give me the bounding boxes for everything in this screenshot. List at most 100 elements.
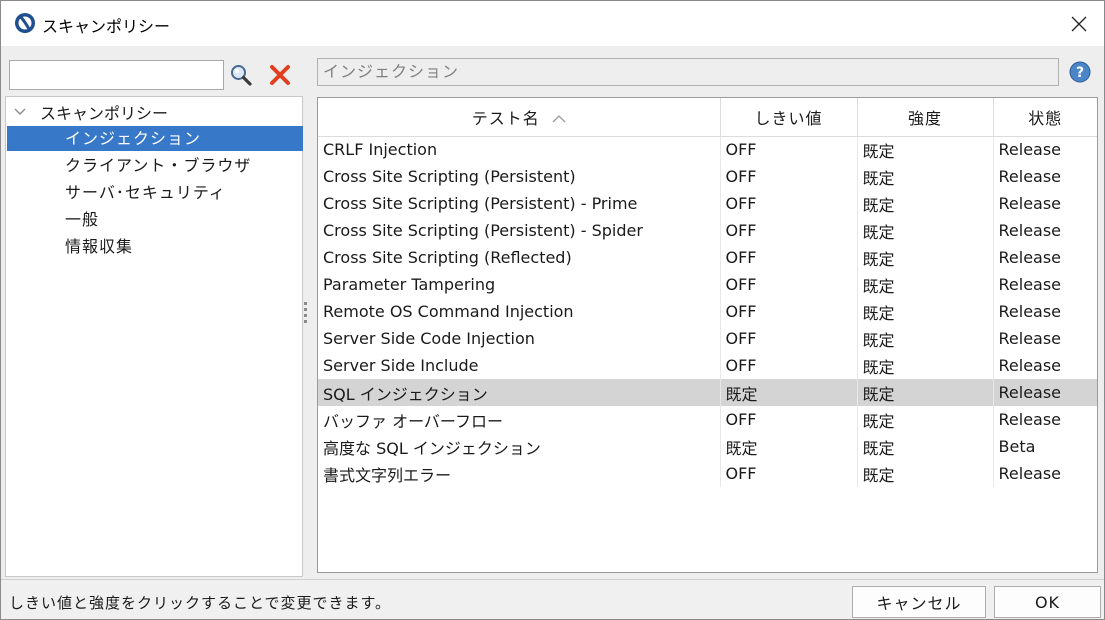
column-header-test-name[interactable]: テスト名 bbox=[318, 98, 721, 137]
table-row[interactable]: Cross Site Scripting (Persistent) - Prim… bbox=[318, 190, 1097, 217]
clear-search-button[interactable] bbox=[267, 62, 293, 88]
test-rows: CRLF Injection OFF 既定 Release Cross Site Scr… bbox=[318, 136, 1097, 487]
cell-strength[interactable]: 既定 bbox=[857, 352, 994, 379]
cell-test-name: Cross Site Scripting (Persistent) bbox=[318, 163, 721, 190]
cell-test-name: Remote OS Command Injection bbox=[318, 298, 721, 325]
scan-policy-dialog: スキャンポリシー スキャンポリシー インジェクション クライアント・ブラウザ サ… bbox=[0, 0, 1105, 620]
cell-threshold[interactable]: OFF bbox=[720, 325, 858, 352]
magnifier-icon bbox=[231, 65, 252, 86]
cell-status: Release bbox=[998, 410, 1062, 429]
table-row[interactable]: Parameter Tampering OFF 既定 Release bbox=[318, 271, 1097, 298]
cell-strength[interactable]: 既定 bbox=[857, 298, 994, 325]
cell-strength[interactable]: 既定 bbox=[857, 325, 994, 352]
search-button[interactable] bbox=[228, 62, 254, 88]
cell-test-name: 書式文字列エラー bbox=[318, 460, 721, 487]
cell-strength[interactable]: 既定 bbox=[857, 406, 994, 433]
cell-threshold[interactable]: OFF bbox=[720, 190, 858, 217]
table-row[interactable]: Remote OS Command Injection OFF 既定 Release bbox=[318, 298, 1097, 325]
cell-strength[interactable]: 既定 bbox=[857, 244, 994, 271]
cell-strength[interactable]: 既定 bbox=[857, 217, 994, 244]
cell-status: Release bbox=[998, 140, 1062, 160]
cell-threshold[interactable]: OFF bbox=[720, 163, 858, 190]
column-header-strength[interactable]: 強度 bbox=[857, 98, 994, 137]
cell-strength[interactable]: 既定 bbox=[857, 433, 994, 460]
table-row[interactable]: SQL インジェクション 既定 既定 Release bbox=[318, 379, 1097, 406]
table-row[interactable]: Cross Site Scripting (Persistent) - Spid… bbox=[318, 217, 1097, 244]
cell-strength[interactable]: 既定 bbox=[857, 190, 994, 217]
table-row[interactable]: CRLF Injection OFF 既定 Release bbox=[318, 136, 1097, 163]
cell-test-name: Server Side Code Injection bbox=[318, 325, 721, 352]
table-row[interactable]: Cross Site Scripting (Reflected) OFF 既定 Rel… bbox=[318, 244, 1097, 271]
tree-root-node[interactable]: スキャンポリシー bbox=[12, 101, 168, 123]
cell-test-name: 高度な SQL インジェクション bbox=[318, 433, 721, 460]
column-header-threshold[interactable]: しきい値 bbox=[720, 98, 858, 137]
cell-strength[interactable]: 既定 bbox=[857, 163, 994, 190]
cancel-button[interactable]: キャンセル bbox=[852, 586, 986, 618]
cell-test-name: バッファ オーバーフロー bbox=[318, 406, 721, 433]
cell-status: Release bbox=[998, 464, 1062, 483]
red-x-icon bbox=[270, 65, 290, 85]
cell-threshold[interactable]: 既定 bbox=[720, 433, 858, 460]
cell-test-name: Cross Site Scripting (Reflected) bbox=[318, 244, 721, 271]
cell-status: Release bbox=[998, 356, 1062, 375]
cell-threshold[interactable]: OFF bbox=[720, 298, 858, 325]
tree-item-server-security[interactable]: サーバ･セキュリティ bbox=[7, 180, 303, 205]
cell-strength[interactable]: 既定 bbox=[857, 379, 994, 406]
cell-test-name: Cross Site Scripting (Persistent) - Spid… bbox=[318, 217, 721, 244]
cell-status: Release bbox=[998, 221, 1062, 240]
column-header-status[interactable]: 状態 bbox=[993, 98, 1097, 137]
tree-item-general[interactable]: 一般 bbox=[7, 207, 303, 232]
tree-item-injection[interactable]: インジェクション bbox=[7, 126, 303, 151]
cell-status: Release bbox=[998, 194, 1062, 213]
cell-strength[interactable]: 既定 bbox=[857, 271, 994, 298]
svg-text:?: ? bbox=[1076, 65, 1084, 81]
cell-test-name: Parameter Tampering bbox=[318, 271, 721, 298]
footer-hint: しきい値と強度をクリックすることで変更できます。 bbox=[9, 594, 392, 612]
close-icon bbox=[1071, 16, 1087, 31]
close-button[interactable] bbox=[1054, 1, 1104, 46]
cell-status: Release bbox=[998, 275, 1062, 294]
cell-status: Release bbox=[998, 329, 1062, 348]
ok-button[interactable]: OK bbox=[994, 586, 1101, 618]
cell-threshold[interactable]: OFF bbox=[720, 460, 858, 487]
cell-status: Beta bbox=[998, 437, 1036, 456]
dialog-footer: しきい値と強度をクリックすることで変更できます。 キャンセル OK bbox=[1, 579, 1104, 619]
app-logo-icon bbox=[15, 13, 35, 33]
tree-search-input[interactable] bbox=[9, 60, 224, 90]
table-row[interactable]: 書式文字列エラー OFF 既定 Release bbox=[318, 460, 1097, 487]
tree-item-info-gathering[interactable]: 情報収集 bbox=[7, 234, 303, 259]
cell-test-name: SQL インジェクション bbox=[318, 379, 721, 406]
column-header-label: テスト名 bbox=[471, 108, 540, 128]
table-row[interactable]: バッファ オーバーフロー OFF 既定 Release bbox=[318, 406, 1097, 433]
pane-splitter[interactable] bbox=[301, 46, 309, 579]
table-row[interactable]: 高度な SQL インジェクション 既定 既定 Beta bbox=[318, 433, 1097, 460]
cell-threshold[interactable]: OFF bbox=[720, 271, 858, 298]
title-bar: スキャンポリシー bbox=[1, 1, 1104, 46]
cell-threshold[interactable]: 既定 bbox=[720, 379, 858, 406]
help-button[interactable]: ? bbox=[1068, 60, 1092, 84]
cell-test-name: CRLF Injection bbox=[318, 136, 721, 163]
cell-status: Release bbox=[993, 379, 1097, 406]
window-title: スキャンポリシー bbox=[42, 17, 171, 36]
test-table: テスト名 しきい値 強度 状態 CRLF Injection OFF 既定 Relea… bbox=[317, 97, 1098, 573]
dialog-body: スキャンポリシー インジェクション クライアント・ブラウザ サーバ･セキュリティ… bbox=[1, 46, 1104, 579]
cell-strength[interactable]: 既定 bbox=[857, 460, 994, 487]
cell-status: Release bbox=[998, 302, 1062, 321]
cell-status: Release bbox=[998, 167, 1062, 186]
chevron-down-icon[interactable] bbox=[12, 104, 28, 120]
policy-tree: スキャンポリシー インジェクション クライアント・ブラウザ サーバ･セキュリティ… bbox=[5, 96, 303, 577]
table-row[interactable]: Cross Site Scripting (Persistent) OFF 既定 Re… bbox=[318, 163, 1097, 190]
cell-threshold[interactable]: OFF bbox=[720, 406, 858, 433]
table-row[interactable]: Server Side Code Injection OFF 既定 Release bbox=[318, 325, 1097, 352]
cell-threshold[interactable]: OFF bbox=[720, 217, 858, 244]
cell-strength[interactable]: 既定 bbox=[857, 136, 994, 163]
cell-test-name: Server Side Include bbox=[318, 352, 721, 379]
cell-threshold[interactable]: OFF bbox=[720, 352, 858, 379]
table-row[interactable]: Server Side Include OFF 既定 Release bbox=[318, 352, 1097, 379]
table-header-row: テスト名 しきい値 強度 状態 bbox=[318, 98, 1097, 137]
tree-root-label: スキャンポリシー bbox=[40, 104, 169, 123]
tree-item-client-browser[interactable]: クライアント・ブラウザ bbox=[7, 153, 303, 178]
cell-threshold[interactable]: OFF bbox=[720, 244, 858, 271]
cell-threshold[interactable]: OFF bbox=[720, 136, 858, 163]
section-title: インジェクション bbox=[317, 58, 1059, 86]
